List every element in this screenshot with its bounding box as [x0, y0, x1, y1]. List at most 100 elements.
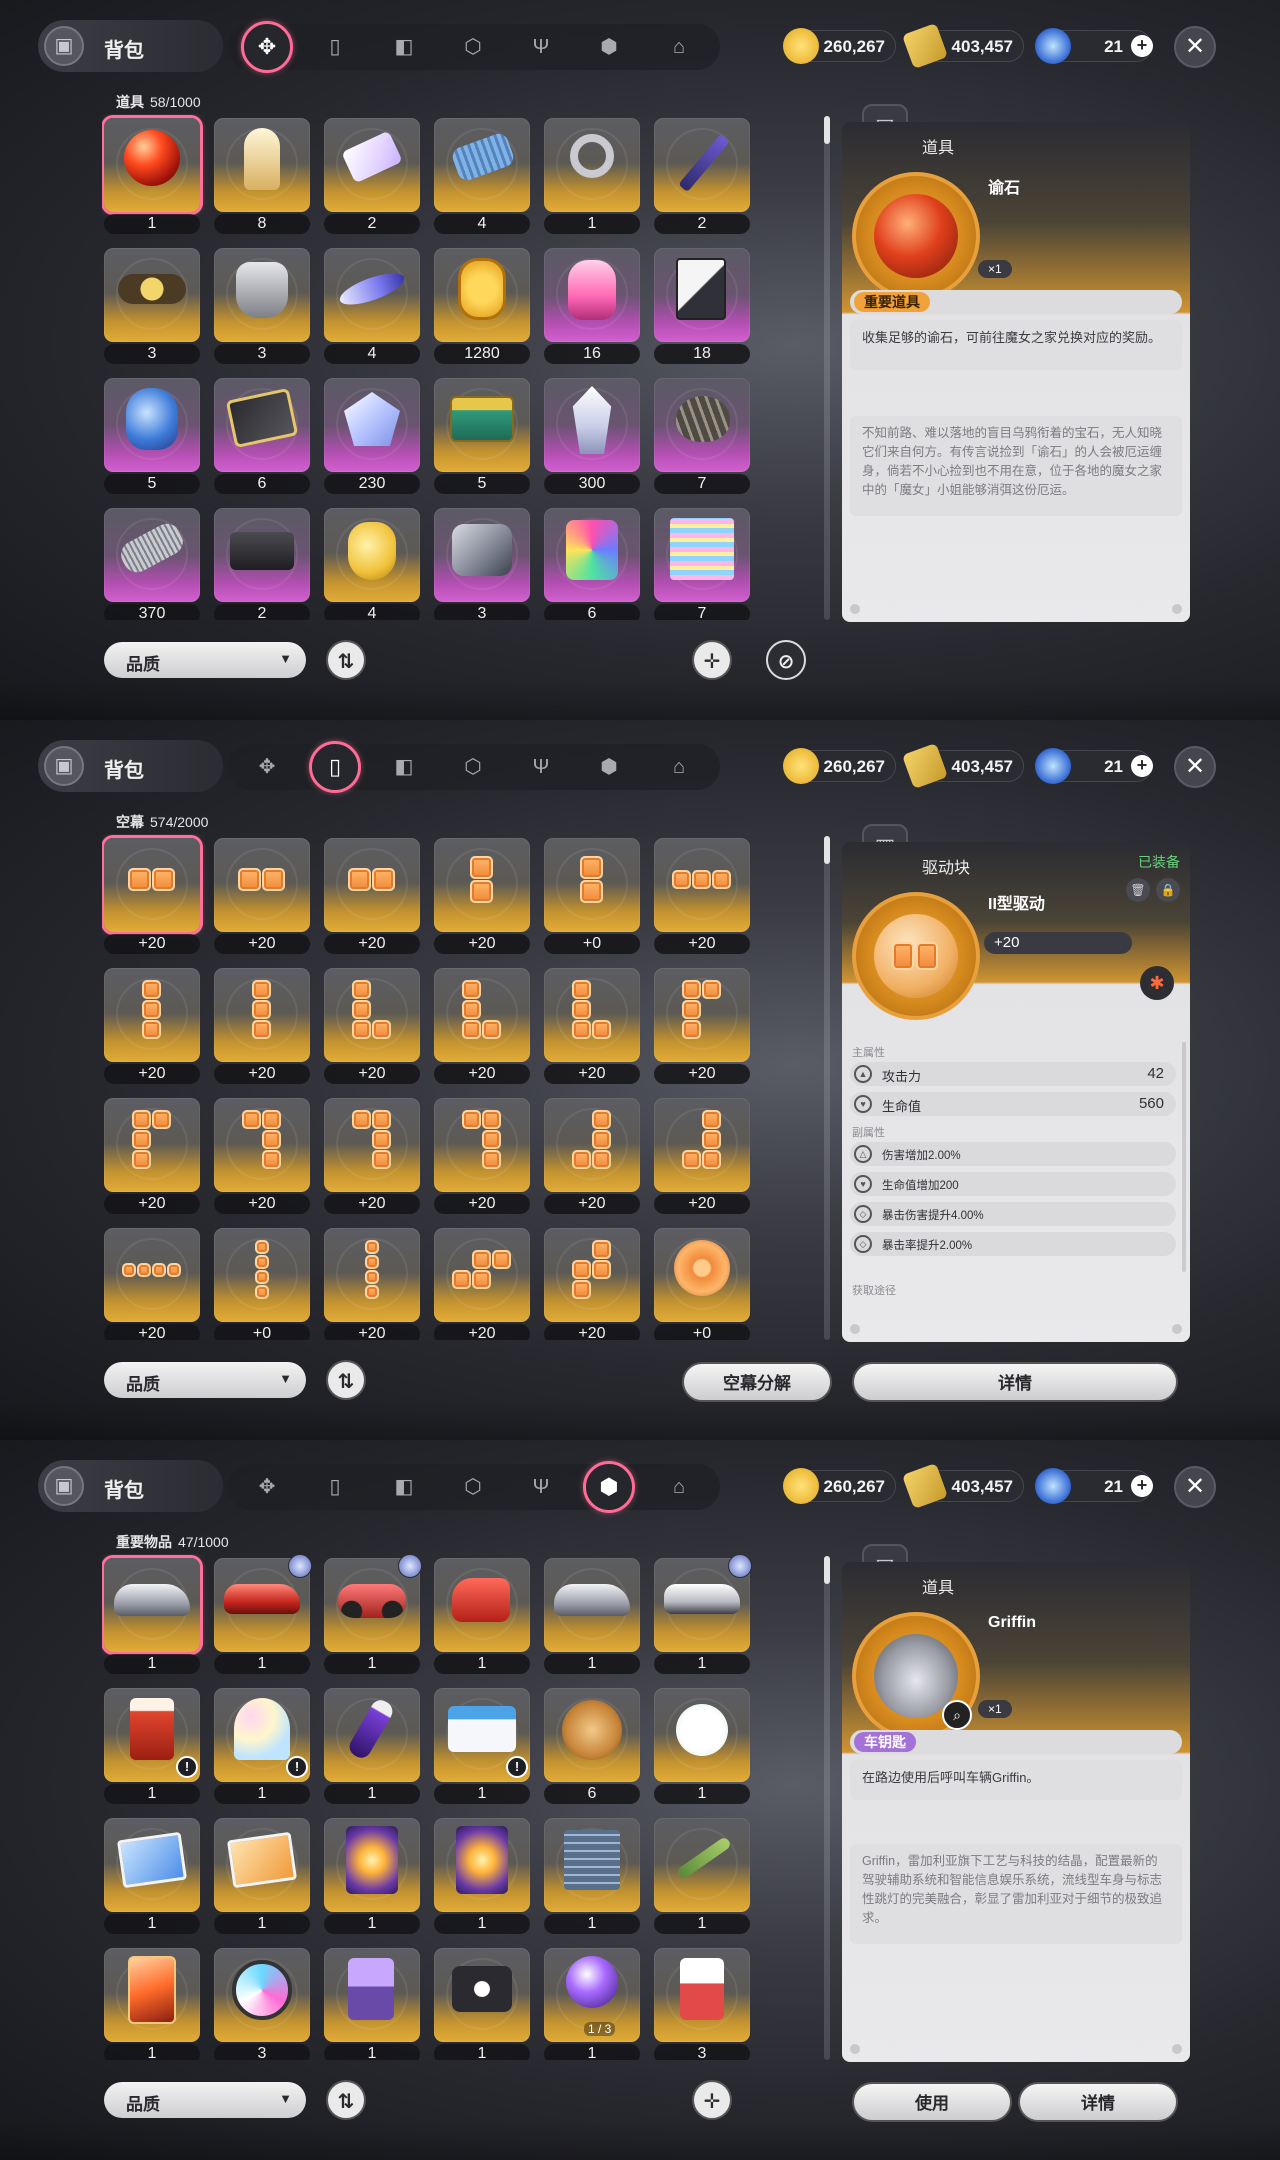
inventory-slot[interactable]: +20: [652, 1094, 752, 1216]
item-card[interactable]: [324, 508, 420, 602]
inventory-slot[interactable]: 4: [322, 244, 422, 366]
quality-sort-dropdown[interactable]: 品质 ▼: [104, 642, 306, 678]
grid-scrollbar[interactable]: [824, 116, 830, 620]
drive-block-card[interactable]: [104, 968, 200, 1062]
inventory-slot[interactable]: 3: [102, 244, 202, 366]
book-icon[interactable]: ◧: [387, 750, 421, 784]
details-button[interactable]: 详情: [852, 1362, 1178, 1402]
lock-icon[interactable]: 🔒: [1156, 878, 1180, 902]
drive-block-card[interactable]: [434, 838, 530, 932]
item-card[interactable]: [434, 248, 530, 342]
inventory-slot[interactable]: 1 / 3 1: [542, 1944, 642, 2060]
inventory-slot[interactable]: 5: [102, 374, 202, 496]
drive-block-card[interactable]: [434, 1098, 530, 1192]
add-crystal-button[interactable]: +: [1131, 1475, 1153, 1497]
item-card[interactable]: [544, 378, 640, 472]
cube-icon[interactable]: ⬡: [456, 30, 490, 64]
drive-block-card[interactable]: [104, 1098, 200, 1192]
home-icon[interactable]: ⌂: [662, 30, 696, 64]
fork-knife-icon[interactable]: Ψ: [524, 1470, 558, 1504]
drive-block-card[interactable]: [324, 1098, 420, 1192]
inventory-slot[interactable]: 1: [102, 114, 202, 236]
drive-block-card[interactable]: [214, 838, 310, 932]
drive-block-card[interactable]: [214, 968, 310, 1062]
book-icon[interactable]: ◧: [387, 1470, 421, 1504]
close-button[interactable]: ✕: [1174, 1466, 1216, 1508]
crystal-currency[interactable]: 21 +: [1035, 1468, 1153, 1504]
magnify-icon[interactable]: ⌕: [942, 1700, 972, 1730]
item-card[interactable]: [104, 1558, 200, 1652]
pinwheel-icon[interactable]: ✥: [250, 1470, 284, 1504]
fork-knife-icon[interactable]: Ψ: [524, 750, 558, 784]
item-card[interactable]: [214, 378, 310, 472]
add-crystal-button[interactable]: +: [1131, 755, 1153, 777]
inventory-slot[interactable]: 7: [652, 374, 752, 496]
inventory-slot[interactable]: +20: [212, 834, 312, 956]
inventory-slot[interactable]: +20: [542, 1094, 642, 1216]
inventory-slot[interactable]: ! 1: [212, 1684, 312, 1806]
inventory-slot[interactable]: 6: [212, 374, 312, 496]
home-icon[interactable]: ⌂: [662, 750, 696, 784]
inventory-slot[interactable]: +20: [212, 1094, 312, 1216]
inventory-slot[interactable]: +0: [212, 1224, 312, 1340]
quality-sort-dropdown[interactable]: 品质 ▼: [104, 1362, 306, 1398]
item-card[interactable]: [544, 118, 640, 212]
item-card[interactable]: [324, 1948, 420, 2042]
item-card[interactable]: [324, 118, 420, 212]
item-card[interactable]: [654, 118, 750, 212]
drive-block-card[interactable]: [544, 838, 640, 932]
item-card[interactable]: !: [104, 1688, 200, 1782]
dismantle-button[interactable]: 空幕分解: [682, 1362, 832, 1402]
inventory-slot[interactable]: 1: [212, 1554, 312, 1676]
drive-block-card[interactable]: [654, 1098, 750, 1192]
backpack-button[interactable]: ▣ 背包: [38, 20, 223, 72]
item-card[interactable]: [324, 378, 420, 472]
item-card[interactable]: [104, 1818, 200, 1912]
inventory-slot[interactable]: 6: [542, 1684, 642, 1806]
inventory-slot[interactable]: 2: [322, 114, 422, 236]
backpack-button[interactable]: ▣ 背包: [38, 1460, 223, 1512]
box-icon[interactable]: ⬢: [592, 30, 626, 64]
drive-block-card[interactable]: [434, 968, 530, 1062]
box-icon[interactable]: ⬢: [583, 1461, 635, 1513]
item-card[interactable]: [434, 1948, 530, 2042]
drive-block-card[interactable]: [324, 968, 420, 1062]
drive-block-card[interactable]: [654, 838, 750, 932]
item-card[interactable]: [214, 1948, 310, 2042]
item-card[interactable]: [214, 1818, 310, 1912]
item-card[interactable]: [544, 248, 640, 342]
inventory-slot[interactable]: 1: [212, 1814, 312, 1936]
item-card[interactable]: [214, 118, 310, 212]
inventory-slot[interactable]: 3: [212, 1944, 312, 2060]
inventory-slot[interactable]: 3: [212, 244, 312, 366]
drive-block-card[interactable]: [544, 1228, 640, 1322]
item-card[interactable]: [104, 118, 200, 212]
drive-block-card[interactable]: [544, 1098, 640, 1192]
inventory-slot[interactable]: 1: [542, 1554, 642, 1676]
item-card[interactable]: [324, 248, 420, 342]
inventory-slot[interactable]: 5: [432, 374, 532, 496]
inventory-slot[interactable]: 2: [212, 504, 312, 620]
inventory-slot[interactable]: 1: [542, 1814, 642, 1936]
item-card[interactable]: [544, 508, 640, 602]
inventory-slot[interactable]: 3: [432, 504, 532, 620]
grid-scrollbar[interactable]: [824, 836, 830, 1340]
item-card[interactable]: [544, 1688, 640, 1782]
inventory-slot[interactable]: 1: [322, 1944, 422, 2060]
drive-block-card[interactable]: [544, 968, 640, 1062]
drive-block-card[interactable]: [214, 1098, 310, 1192]
inventory-slot[interactable]: +20: [102, 1094, 202, 1216]
inventory-slot[interactable]: +20: [542, 964, 642, 1086]
cube-icon[interactable]: ⬡: [456, 1470, 490, 1504]
inventory-slot[interactable]: 1: [322, 1814, 422, 1936]
inventory-slot[interactable]: +20: [322, 834, 422, 956]
inventory-slot[interactable]: +20: [102, 964, 202, 1086]
inventory-slot[interactable]: ! 1: [432, 1684, 532, 1806]
use-button[interactable]: 使用: [852, 2082, 1012, 2122]
item-card[interactable]: [324, 1688, 420, 1782]
inventory-slot[interactable]: 4: [322, 504, 422, 620]
inventory-slot[interactable]: +0: [542, 834, 642, 956]
drive-block-card[interactable]: [324, 1228, 420, 1322]
detail-scrollbar[interactable]: [1182, 1042, 1186, 1272]
inventory-slot[interactable]: +20: [322, 964, 422, 1086]
